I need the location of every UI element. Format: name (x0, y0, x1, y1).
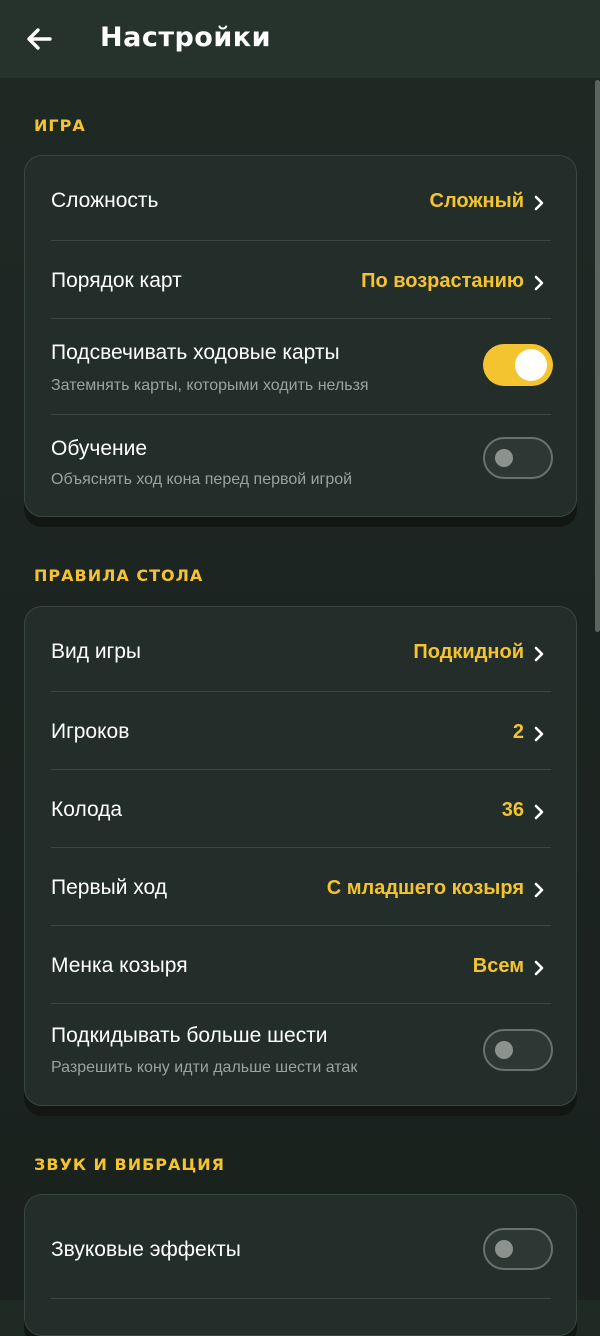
chevron-right-icon (534, 275, 544, 291)
row-label: Колода (51, 798, 123, 821)
row-label: Подкидывать больше шести (51, 1024, 328, 1047)
scrollbar[interactable] (595, 80, 600, 632)
toggle-knob (495, 1240, 513, 1258)
highlight-cards-toggle[interactable] (483, 344, 553, 386)
row-subtitle: Разрешить кону идти дальше шести атак (51, 1059, 358, 1076)
row-value: 2 (512, 721, 524, 743)
setting-row-throw-more-than-six[interactable]: Подкидывать больше шести Разрешить кону … (25, 1004, 576, 1104)
chevron-right-icon (534, 726, 544, 742)
chevron-right-icon (534, 646, 544, 662)
back-button[interactable] (20, 20, 58, 58)
chevron-right-icon (534, 195, 544, 211)
row-label: Вид игры (51, 640, 141, 663)
chevron-right-icon (534, 804, 544, 820)
settings-card-game: Сложность Сложный Порядок карт По возрас… (24, 155, 577, 517)
chevron-right-icon (534, 882, 544, 898)
setting-row-sound-effects[interactable]: Звуковые эффекты (25, 1195, 576, 1298)
sound-effects-toggle[interactable] (483, 1228, 553, 1270)
section-title-game: ИГРА (34, 116, 86, 135)
page-title: Настройки (100, 22, 272, 53)
row-value: Подкидной (413, 641, 524, 663)
settings-card-sound: Звуковые эффекты (24, 1194, 577, 1336)
toggle-knob (515, 349, 547, 381)
tutorial-toggle[interactable] (483, 437, 553, 479)
row-label: Подсвечивать ходовые карты (51, 341, 340, 364)
row-subtitle: Затемнять карты, которыми ходить нельзя (51, 377, 369, 394)
arrow-left-icon (27, 28, 52, 50)
throw-more-than-six-toggle[interactable] (483, 1029, 553, 1071)
row-label: Порядок карт (51, 269, 182, 292)
setting-row-tutorial[interactable]: Обучение Объяснять ход кона перед первой… (25, 415, 576, 515)
row-value: По возрастанию (361, 270, 524, 292)
row-value: Всем (472, 955, 524, 977)
row-subtitle: Объяснять ход кона перед первой игрой (51, 471, 353, 488)
setting-row-game-type[interactable]: Вид игры Подкидной (25, 607, 576, 691)
setting-row-players[interactable]: Игроков 2 (25, 692, 576, 769)
section-title-table-rules: ПРАВИЛА СТОЛА (34, 566, 204, 585)
setting-row-difficulty[interactable]: Сложность Сложный (25, 156, 576, 240)
row-label: Первый ход (51, 876, 168, 899)
app-bar: Настройки (0, 0, 600, 78)
setting-row-trump-exchange[interactable]: Менка козыря Всем (25, 926, 576, 1003)
toggle-knob (495, 449, 513, 467)
row-label: Игроков (51, 720, 130, 743)
row-label: Сложность (51, 189, 159, 212)
row-label: Менка козыря (51, 954, 188, 977)
row-value: 36 (501, 799, 524, 821)
setting-row-highlight-cards[interactable]: Подсвечивать ходовые карты Затемнять кар… (25, 319, 576, 415)
chevron-right-icon (534, 960, 544, 976)
row-label: Звуковые эффекты (51, 1238, 241, 1261)
divider (51, 1298, 551, 1299)
setting-row-deck[interactable]: Колода 36 (25, 770, 576, 847)
row-value: Сложный (429, 190, 524, 212)
row-label: Обучение (51, 437, 148, 460)
row-value: С младшего козыря (326, 877, 524, 899)
setting-row-card-order[interactable]: Порядок карт По возрастанию (25, 241, 576, 319)
section-title-sound: ЗВУК И ВИБРАЦИЯ (34, 1155, 225, 1174)
toggle-knob (495, 1041, 513, 1059)
setting-row-first-move[interactable]: Первый ход С младшего козыря (25, 848, 576, 925)
settings-card-table-rules: Вид игры Подкидной Игроков 2 Колода 36 П… (24, 606, 577, 1106)
